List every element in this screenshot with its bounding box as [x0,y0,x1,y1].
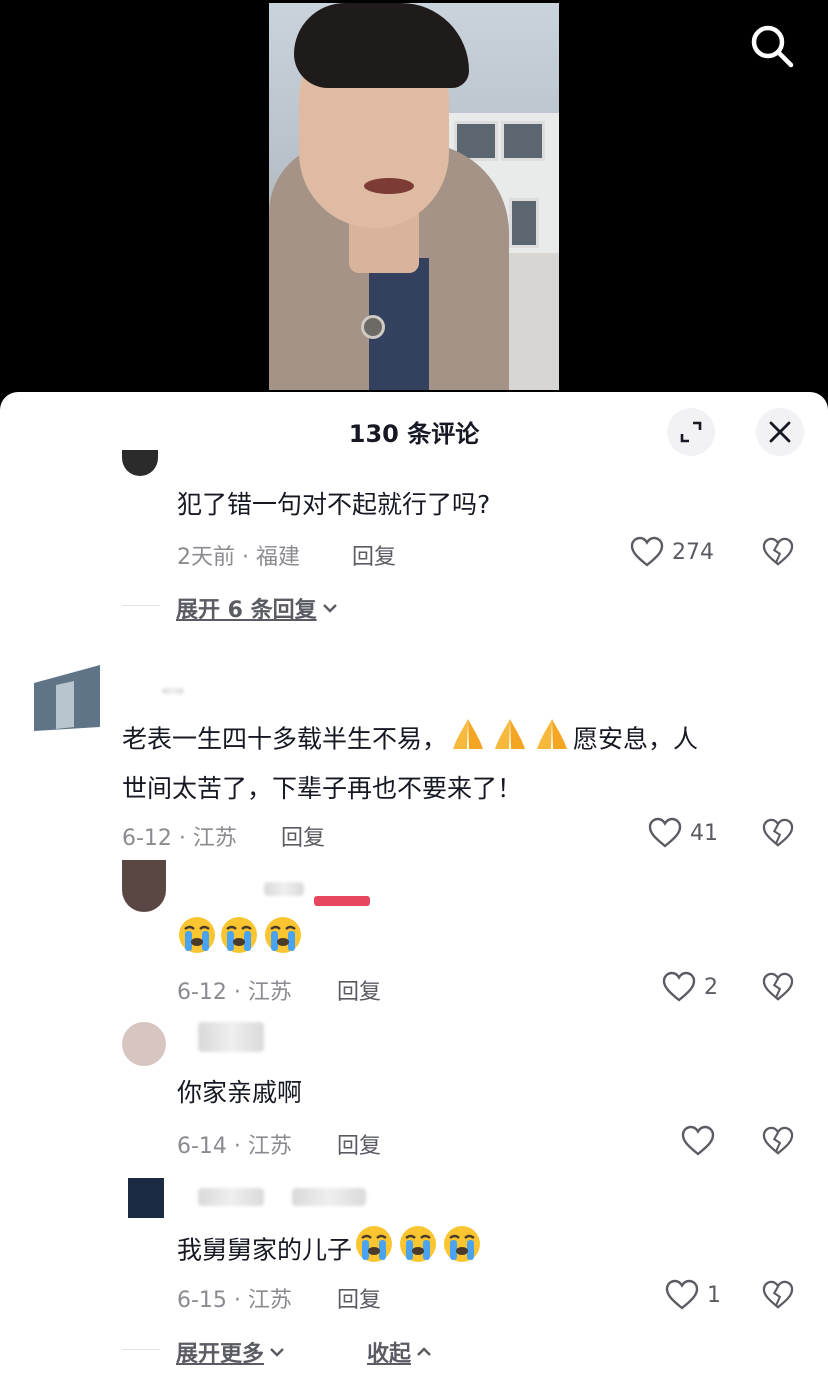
expand-replies-label: 展开 6 条回复 [176,598,317,623]
pray-emoji [489,715,531,766]
comment-text-part: 愿安息，人 [573,724,699,754]
comment-text: 老表一生四十多载半生不易， 愿安息，人 世间太苦了，下辈子再也不要来了！ [122,715,698,812]
video-area[interactable] [0,0,828,400]
avatar[interactable] [122,860,166,912]
expand-more-label: 展开更多 [176,1342,265,1367]
fullscreen-button[interactable] [667,408,715,456]
dislike-button[interactable] [762,1280,794,1314]
like-button[interactable]: 274 [630,536,714,568]
like-button[interactable] [681,1125,723,1157]
comment-text-part: 老表一生四十多载半生不易， [122,724,448,754]
like-button[interactable]: 41 [648,817,718,849]
crying-emoji [217,915,261,970]
chevron-down-icon [270,1348,284,1357]
expand-more-link[interactable]: 展开更多 [176,1336,286,1368]
username-blurred [162,688,184,694]
comment-text [177,915,305,970]
comment-time-location: 6-12 · 江苏 [122,826,237,851]
comment-time-location: 6-14 · 江苏 [177,1134,292,1159]
heart-icon [648,817,682,848]
comment-time-location: 6-15 · 江苏 [177,1288,292,1313]
fullscreen-icon [680,421,702,443]
search-icon [751,25,794,68]
collapse-label: 收起 [367,1342,412,1367]
like-button[interactable]: 1 [665,1279,721,1311]
comment-time-location: 6-12 · 江苏 [177,980,292,1005]
search-button[interactable] [748,22,796,70]
broken-heart-icon [762,818,794,847]
crying-emoji [261,915,305,970]
author-badge [314,896,370,906]
reply-button[interactable]: 回复 [337,1282,381,1314]
heart-icon [630,536,664,567]
like-button[interactable]: 2 [662,971,718,1003]
crying-emoji [352,1224,396,1279]
crying-emoji [396,1224,440,1279]
comment-text: 我舅舅家的儿子 [177,1224,484,1279]
chevron-down-icon [322,604,337,613]
like-count: 1 [707,1282,721,1308]
reply-button[interactable]: 回复 [337,1128,381,1160]
avatar[interactable] [122,450,158,476]
crying-emoji [440,1224,484,1279]
like-count: 2 [704,974,718,1000]
heart-icon [665,1279,699,1310]
dislike-button[interactable] [762,1126,794,1160]
video-person-hair [294,3,469,88]
collapse-link[interactable]: 收起 [367,1336,433,1368]
divider [122,605,160,606]
avatar[interactable] [122,1022,166,1066]
comment-text: 犯了错一句对不起就行了吗? [177,490,491,519]
heart-icon [681,1125,715,1156]
close-button[interactable] [756,408,804,456]
reply-button[interactable]: 回复 [281,820,325,852]
reply-button[interactable]: 回复 [352,539,396,571]
broken-heart-icon [762,537,794,566]
video-window [501,121,545,161]
comment-sheet: 130 条评论 犯了错一句对不起就行了吗? 2天前 · 福建 回复 274 展开… [0,392,828,1381]
like-count: 41 [690,820,718,846]
username-blurred [198,1188,264,1206]
video-person-mouth [364,178,414,194]
pray-emoji [447,715,489,766]
username-blurred [264,882,304,896]
comment-text-part: 世间太苦了，下辈子再也不要来了！ [122,774,523,803]
username-blurred [292,1188,366,1206]
heart-icon [662,971,696,1002]
broken-heart-icon [762,1126,794,1155]
comment-text-part: 我舅舅家的儿子 [177,1235,353,1265]
broken-heart-icon [762,1280,794,1309]
divider [122,1349,160,1350]
dislike-button[interactable] [762,972,794,1006]
comment-text: 你家亲戚啊 [177,1078,303,1107]
username-blurred [198,1022,264,1052]
video-window [509,198,539,248]
broken-heart-icon [762,972,794,1001]
video-frame[interactable] [269,3,559,390]
dislike-button[interactable] [762,818,794,852]
close-icon [769,421,791,443]
reply-button[interactable]: 回复 [337,974,381,1006]
comment-time-location: 2天前 · 福建 [177,545,300,570]
avatar[interactable] [34,665,100,731]
dislike-button[interactable] [762,537,794,571]
video-coat-button [361,315,385,339]
crying-emoji [177,915,217,970]
like-count: 274 [672,539,714,565]
expand-replies-link[interactable]: 展开 6 条回复 [176,592,339,624]
avatar[interactable] [128,1178,164,1218]
pray-emoji [531,715,573,766]
chevron-up-icon [417,1347,431,1356]
